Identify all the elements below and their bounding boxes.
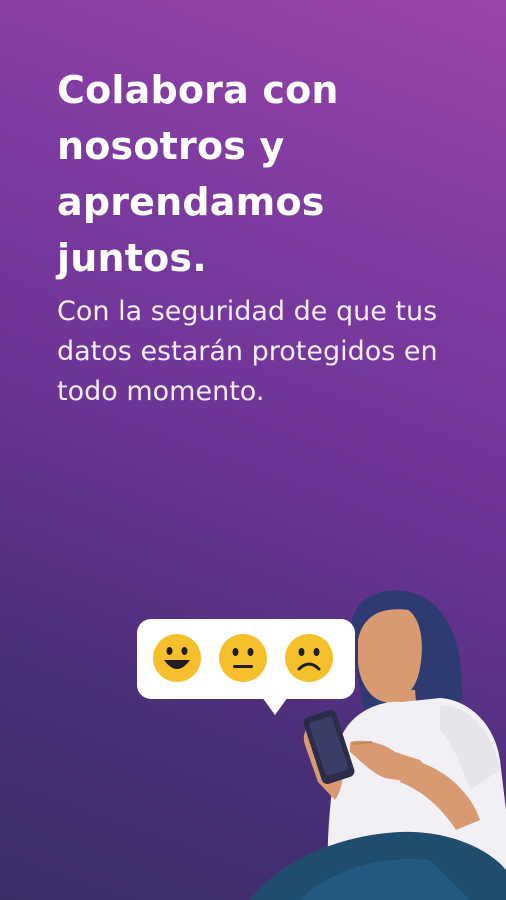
bubble-tail: [262, 697, 288, 715]
sad-face-icon[interactable]: [285, 634, 333, 682]
woman-with-phone-illustration: [250, 590, 506, 900]
happy-face-icon[interactable]: [153, 634, 201, 682]
onboarding-screen: Colabora con nosotros y aprendamos junto…: [0, 0, 506, 900]
page-subtitle: Con la seguridad de que tus datos estará…: [57, 296, 438, 407]
page-title: Colabora con nosotros y aprendamos junto…: [57, 68, 339, 280]
neutral-face-icon[interactable]: [219, 634, 267, 682]
